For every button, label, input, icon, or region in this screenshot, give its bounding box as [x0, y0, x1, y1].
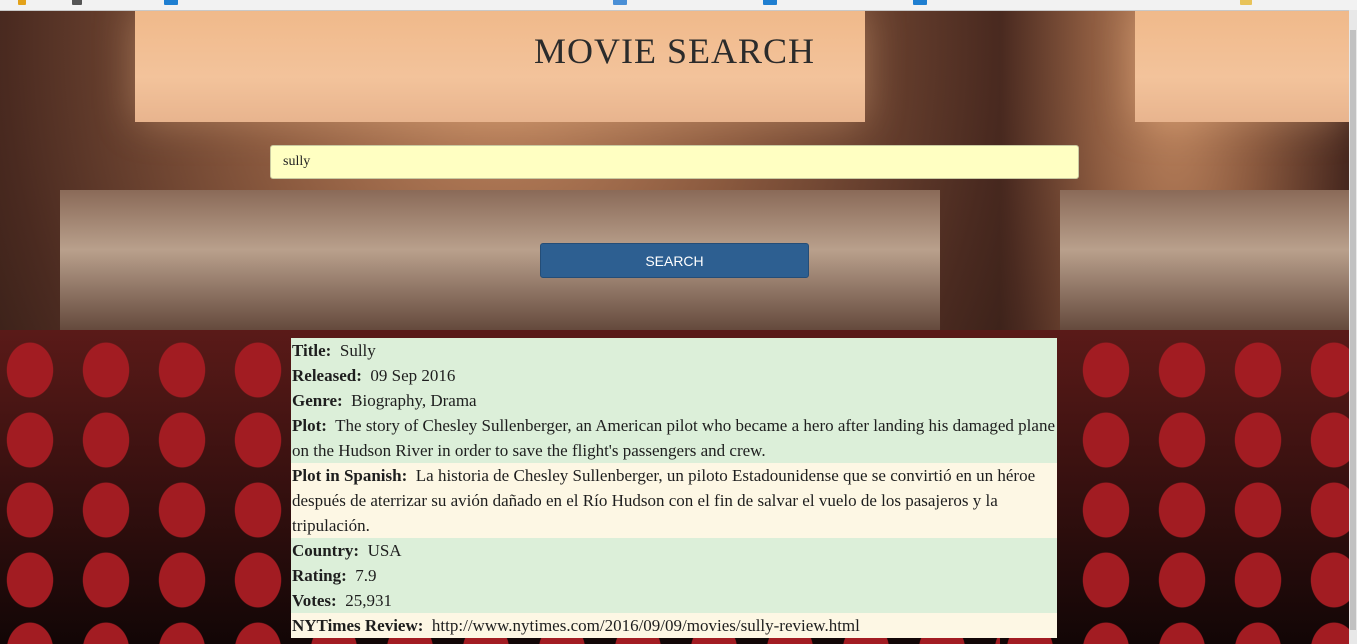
detail-row: Plot in Spanish: La historia de Chesley …	[291, 463, 1057, 538]
detail-row: NYTimes Review: http://www.nytimes.com/2…	[291, 613, 1057, 638]
detail-value: Sully	[339, 341, 376, 360]
detail-row: Title: Sully	[291, 338, 1057, 363]
detail-value: Biography, Drama	[351, 391, 477, 410]
detail-row: Released: 09 Sep 2016	[291, 363, 1057, 388]
detail-value: USA	[367, 541, 402, 560]
detail-label: Country:	[292, 541, 360, 560]
bookmarks-bar	[0, 0, 1357, 11]
bookmark-icon[interactable]	[613, 0, 627, 5]
detail-value: 25,931	[345, 591, 392, 610]
detail-value: The story of Chesley Sullenberger, an Am…	[292, 416, 1055, 460]
scrollbar[interactable]	[1349, 10, 1357, 644]
detail-row: Genre: Biography, Drama	[291, 388, 1057, 413]
detail-label: Rating:	[292, 566, 347, 585]
movie-details: Title: Sully Released: 09 Sep 2016 Genre: …	[291, 338, 1057, 638]
folder-icon[interactable]	[1240, 0, 1252, 5]
bookmark-icon[interactable]	[164, 0, 178, 5]
search-input[interactable]	[270, 145, 1079, 179]
detail-value: 09 Sep 2016	[370, 366, 456, 385]
detail-row: Plot: The story of Chesley Sullenberger,…	[291, 413, 1057, 463]
detail-row: Votes: 25,931	[291, 588, 1057, 613]
detail-label: Released:	[292, 366, 362, 385]
detail-row: Rating: 7.9	[291, 563, 1057, 588]
star-icon[interactable]	[72, 0, 82, 5]
detail-label: Votes:	[292, 591, 337, 610]
detail-value: http://www.nytimes.com/2016/09/09/movies…	[431, 616, 860, 635]
detail-label: Genre:	[292, 391, 343, 410]
detail-label: Title:	[292, 341, 332, 360]
detail-label: Plot in Spanish:	[292, 466, 408, 485]
page-title: MOVIE SEARCH	[533, 31, 815, 71]
detail-label: NYTimes Review:	[292, 616, 424, 635]
apps-icon[interactable]	[18, 0, 26, 5]
detail-row: Country: USA	[291, 538, 1057, 563]
detail-value: 7.9	[355, 566, 377, 585]
detail-label: Plot:	[292, 416, 327, 435]
bookmark-icon[interactable]	[763, 0, 777, 5]
bookmark-icon[interactable]	[913, 0, 927, 5]
search-button[interactable]: SEARCH	[540, 243, 809, 278]
